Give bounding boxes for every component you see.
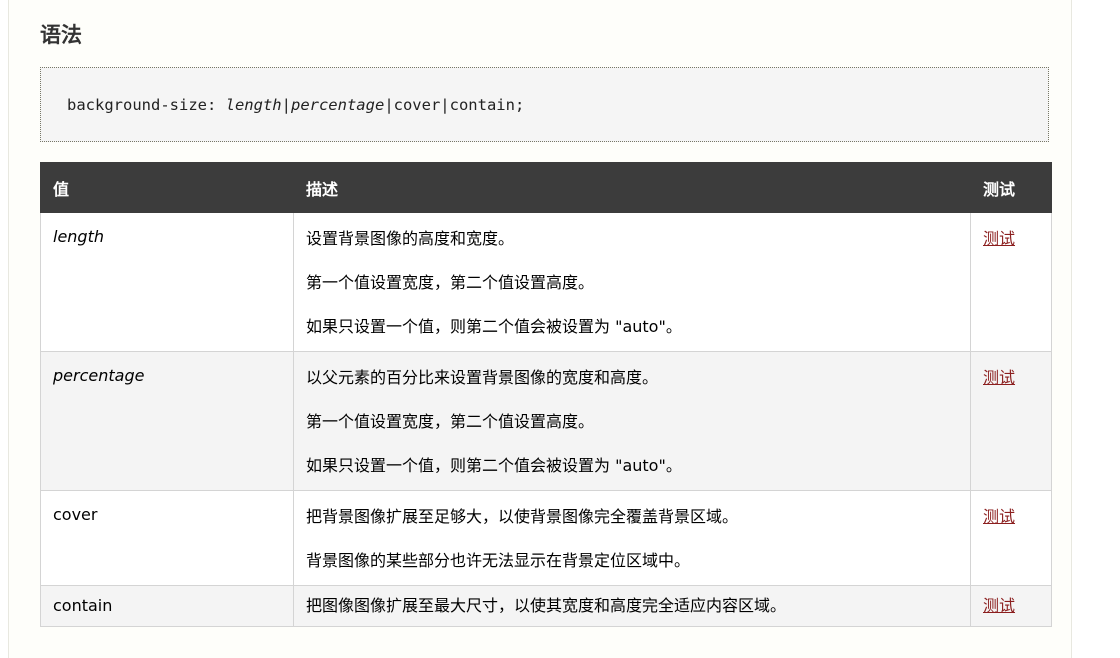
- value-cell: percentage: [40, 351, 294, 491]
- value-name: percentage: [53, 366, 145, 385]
- description-line: 背景图像的某些部分也许无法显示在背景定位区域中。: [306, 551, 691, 570]
- table-row-length: length 设置背景图像的高度和宽度。 第一个值设置宽度，第二个值设置高度。 …: [40, 212, 1052, 352]
- description-cell: 把图像图像扩展至最大尺寸，以使其宽度和高度完全适应内容区域。: [293, 585, 971, 627]
- table-row-percentage: percentage 以父元素的百分比来设置背景图像的宽度和高度。 第一个值设置…: [40, 351, 1052, 491]
- test-cell: 测试: [970, 351, 1052, 491]
- table-row-cover: cover 把背景图像扩展至足够大，以使背景图像完全覆盖背景区域。 背景图像的某…: [40, 490, 1052, 586]
- description-line: 第一个值设置宽度，第二个值设置高度。: [306, 273, 595, 292]
- header-description: 描述: [293, 162, 971, 213]
- description-line: 把背景图像扩展至足够大，以使背景图像完全覆盖背景区域。: [306, 507, 739, 526]
- description-cell: 把背景图像扩展至足够大，以使背景图像完全覆盖背景区域。 背景图像的某些部分也许无…: [293, 490, 971, 586]
- description-line: 如果只设置一个值，则第二个值会被设置为 "auto"。: [306, 317, 682, 336]
- section-title: 语法: [40, 23, 82, 47]
- description-cell: 设置背景图像的高度和宽度。 第一个值设置宽度，第二个值设置高度。 如果只设置一个…: [293, 212, 971, 352]
- syntax-suffix: |cover|contain;: [384, 95, 525, 114]
- description-line: 以父元素的百分比来设置背景图像的宽度和高度。: [306, 368, 659, 387]
- table-header-row: 值 描述 测试: [40, 162, 1052, 213]
- syntax-length: length: [225, 95, 282, 114]
- syntax-percentage: percentage: [290, 95, 385, 114]
- test-cell: 测试: [970, 212, 1052, 352]
- syntax-prefix: background-size:: [67, 95, 226, 114]
- value-cell: length: [40, 212, 294, 352]
- test-cell: 测试: [970, 585, 1052, 627]
- test-link[interactable]: 测试: [983, 596, 1015, 615]
- header-value: 值: [40, 162, 294, 213]
- table-row-contain: contain 把图像图像扩展至最大尺寸，以使其宽度和高度完全适应内容区域。 测…: [40, 585, 1052, 627]
- value-name: cover: [53, 505, 98, 524]
- description-cell: 以父元素的百分比来设置背景图像的宽度和高度。 第一个值设置宽度，第二个值设置高度…: [293, 351, 971, 491]
- test-cell: 测试: [970, 490, 1052, 586]
- test-link[interactable]: 测试: [983, 368, 1015, 387]
- description-line: 如果只设置一个值，则第二个值会被设置为 "auto"。: [306, 456, 682, 475]
- description-line: 设置背景图像的高度和宽度。: [306, 229, 515, 248]
- description-line: 把图像图像扩展至最大尺寸，以使其宽度和高度完全适应内容区域。: [306, 596, 787, 615]
- syntax-code-block: background-size: length | percentage |cover…: [40, 67, 1049, 142]
- test-link[interactable]: 测试: [983, 229, 1015, 248]
- header-test: 测试: [970, 162, 1052, 213]
- property-values-table: 值 描述 测试 length 设置背景图像的高度和宽度。 第一个值设置宽度，第二…: [40, 162, 1052, 627]
- syntax-separator: |: [281, 95, 291, 114]
- value-cell: cover: [40, 490, 294, 586]
- value-cell: contain: [40, 585, 294, 627]
- value-name: length: [53, 227, 104, 246]
- value-name: contain: [53, 596, 113, 615]
- test-link[interactable]: 测试: [983, 507, 1015, 526]
- description-line: 第一个值设置宽度，第二个值设置高度。: [306, 412, 595, 431]
